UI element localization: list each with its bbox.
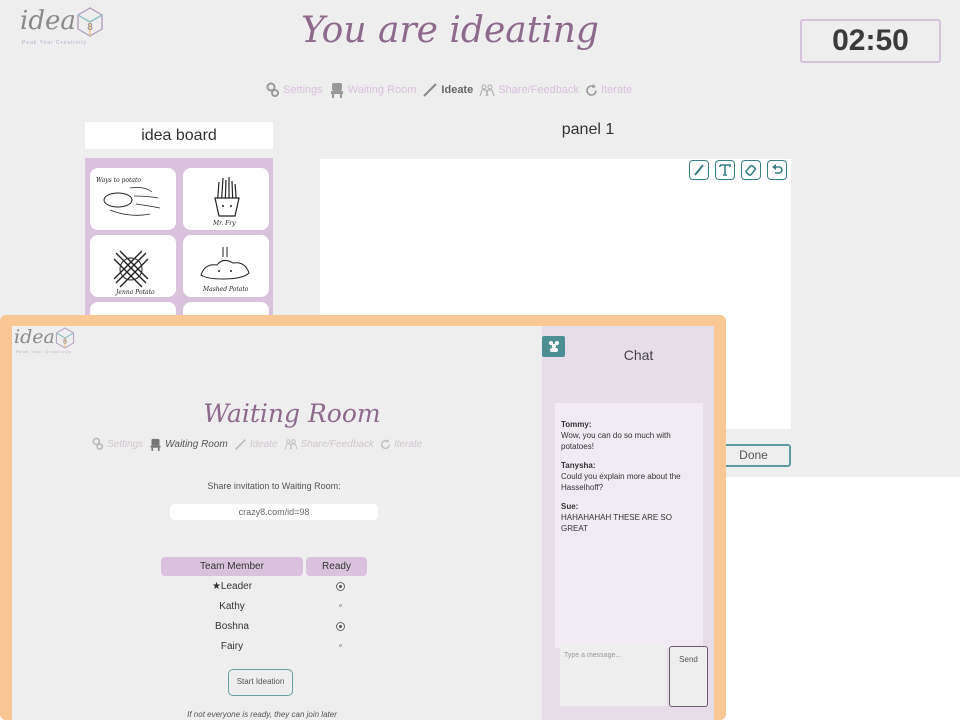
logo-tagline: Peak Your Creativity bbox=[16, 349, 73, 354]
chair-icon bbox=[329, 82, 345, 98]
pencil-icon bbox=[422, 82, 438, 98]
brush-icon[interactable] bbox=[689, 160, 709, 180]
team-member-name: Fairy bbox=[220, 641, 244, 652]
sketch-card[interactable]: Jenna Potato bbox=[90, 235, 176, 297]
eraser-icon[interactable] bbox=[741, 160, 761, 180]
team-member-name: Boshna bbox=[215, 621, 249, 632]
mashed-potato-sketch: Mashed Potato bbox=[200, 247, 250, 293]
panel-title: panel 1 bbox=[561, 121, 615, 138]
people-icon bbox=[479, 83, 495, 97]
screen: idea 8 Peak Your Creativity You are idea… bbox=[0, 0, 960, 720]
chat-message-input[interactable]: Type a message... bbox=[560, 644, 667, 706]
waiting-room-window: idea 8 Peak Your Creativity Waiting Room… bbox=[12, 326, 714, 720]
step-share-feedback[interactable]: Share/Feedback bbox=[479, 83, 579, 97]
chat-message: Tommy: Wow, you can do so much with pota… bbox=[561, 419, 698, 452]
team-member-name: Kathy bbox=[219, 601, 245, 612]
gear-icon bbox=[92, 437, 104, 451]
step-label: Waiting Room bbox=[347, 84, 417, 96]
column-header-ready: Ready bbox=[306, 557, 367, 576]
message-text: HAHAHAHAH THESE ARE SO GREAT bbox=[561, 513, 672, 533]
step-ideate[interactable]: Ideate bbox=[234, 438, 278, 451]
step-label: Waiting Room bbox=[165, 438, 228, 450]
text-icon[interactable] bbox=[715, 160, 735, 180]
ready-indicator bbox=[325, 644, 355, 647]
share-invitation-label: Share invitation to Waiting Room: bbox=[207, 481, 341, 491]
gear-icon bbox=[266, 82, 280, 98]
ready-indicator bbox=[325, 622, 355, 631]
not-ready-icon bbox=[338, 644, 342, 647]
sketch-caption: Mr. Fry bbox=[212, 220, 236, 227]
drawing-toolbar bbox=[683, 160, 787, 180]
step-waiting-room[interactable]: Waiting Room bbox=[329, 82, 417, 98]
grid-potato-sketch: Jenna Potato bbox=[113, 250, 155, 296]
refresh-icon bbox=[585, 83, 598, 97]
people-icon bbox=[284, 438, 298, 450]
progress-steps: Settings Waiting Room Ideate Share/Feedb… bbox=[266, 82, 638, 98]
step-label: Share/Feedback bbox=[498, 84, 579, 96]
step-ideate[interactable]: Ideate bbox=[422, 82, 473, 98]
message-author: Sue: bbox=[561, 502, 579, 511]
app-logo: idea 8 Peak Your Creativity bbox=[14, 326, 75, 354]
step-label: Iterate bbox=[393, 438, 423, 450]
step-label: Settings bbox=[107, 438, 144, 450]
step-settings[interactable]: Settings bbox=[92, 437, 143, 451]
cube-logo-icon: 8 bbox=[55, 327, 74, 349]
ready-checked-icon bbox=[335, 582, 345, 591]
logo-wordmark: idea bbox=[14, 326, 55, 348]
not-ready-icon bbox=[338, 604, 342, 607]
group-icon bbox=[548, 341, 559, 352]
ready-indicator bbox=[325, 582, 355, 591]
step-label: Settings bbox=[283, 84, 323, 96]
share-url-field[interactable]: crazy8.com/id=98 bbox=[170, 504, 378, 520]
sketch-card[interactable]: Ways to potato bbox=[90, 168, 176, 230]
waiting-room-title: Waiting Room bbox=[203, 399, 381, 428]
refresh-icon bbox=[380, 438, 391, 450]
undo-icon[interactable] bbox=[767, 160, 787, 180]
send-button[interactable]: Send bbox=[669, 646, 708, 707]
step-waiting-room[interactable]: Waiting Room bbox=[149, 438, 228, 451]
message-author: Tanysha: bbox=[561, 461, 596, 470]
sketch-caption: Mashed Potato bbox=[202, 286, 249, 293]
step-iterate[interactable]: Iterate bbox=[380, 438, 423, 450]
chat-message: Sue: HAHAHAHAH THESE ARE SO GREAT bbox=[561, 501, 698, 534]
idea-board[interactable]: Ways to potato Mr. Fry Jenna Potato Mash… bbox=[85, 158, 273, 328]
sketch-caption: Ways to potato bbox=[96, 177, 141, 184]
step-share-feedback[interactable]: Share/Feedback bbox=[284, 438, 374, 450]
team-member-name: ★Leader bbox=[211, 581, 253, 592]
message-author: Tommy: bbox=[561, 420, 592, 429]
chat-panel: Chat Tommy: Wow, you can do so much with… bbox=[542, 326, 714, 720]
step-label: Ideate bbox=[249, 438, 278, 450]
step-label: Iterate bbox=[600, 84, 633, 96]
sketch-card[interactable]: Mashed Potato bbox=[183, 235, 269, 297]
chat-toggle-button[interactable] bbox=[542, 336, 565, 357]
start-ideation-button[interactable]: Start Ideation bbox=[228, 669, 293, 696]
chat-log[interactable]: Tommy: Wow, you can do so much with pota… bbox=[555, 403, 703, 648]
step-label: Share/Feedback bbox=[300, 438, 374, 450]
chat-message: Tanysha: Could you explain more about th… bbox=[561, 460, 698, 493]
message-text: Could you explain more about the Hasselh… bbox=[561, 472, 681, 492]
pencil-icon bbox=[234, 438, 247, 451]
join-later-hint: If not everyone is ready, they can join … bbox=[187, 710, 337, 719]
chat-title: Chat bbox=[623, 347, 654, 363]
countdown-timer: 02:50 bbox=[800, 19, 941, 63]
potato-sketch: Ways to potato bbox=[96, 177, 161, 216]
sketch-caption: Jenna Potato bbox=[114, 289, 155, 296]
sketch-card[interactable]: Mr. Fry bbox=[183, 168, 269, 230]
message-text: Wow, you can do so much with potatoes! bbox=[561, 431, 671, 451]
progress-steps: Settings Waiting Room Ideate Share/Feedb… bbox=[92, 437, 428, 451]
page-title: You are ideating bbox=[301, 10, 599, 51]
step-settings[interactable]: Settings bbox=[266, 82, 323, 98]
fries-sketch: Mr. Fry bbox=[212, 177, 240, 227]
ready-indicator bbox=[325, 604, 355, 607]
step-label: Ideate bbox=[441, 84, 474, 96]
chair-icon bbox=[149, 438, 162, 451]
logo-cube-number: 8 bbox=[63, 338, 67, 346]
done-button[interactable]: Done bbox=[716, 444, 791, 467]
ready-checked-icon bbox=[335, 622, 345, 631]
idea-board-title: idea board bbox=[85, 122, 273, 149]
step-iterate[interactable]: Iterate bbox=[585, 83, 633, 97]
column-header-team-member: Team Member bbox=[161, 557, 303, 576]
